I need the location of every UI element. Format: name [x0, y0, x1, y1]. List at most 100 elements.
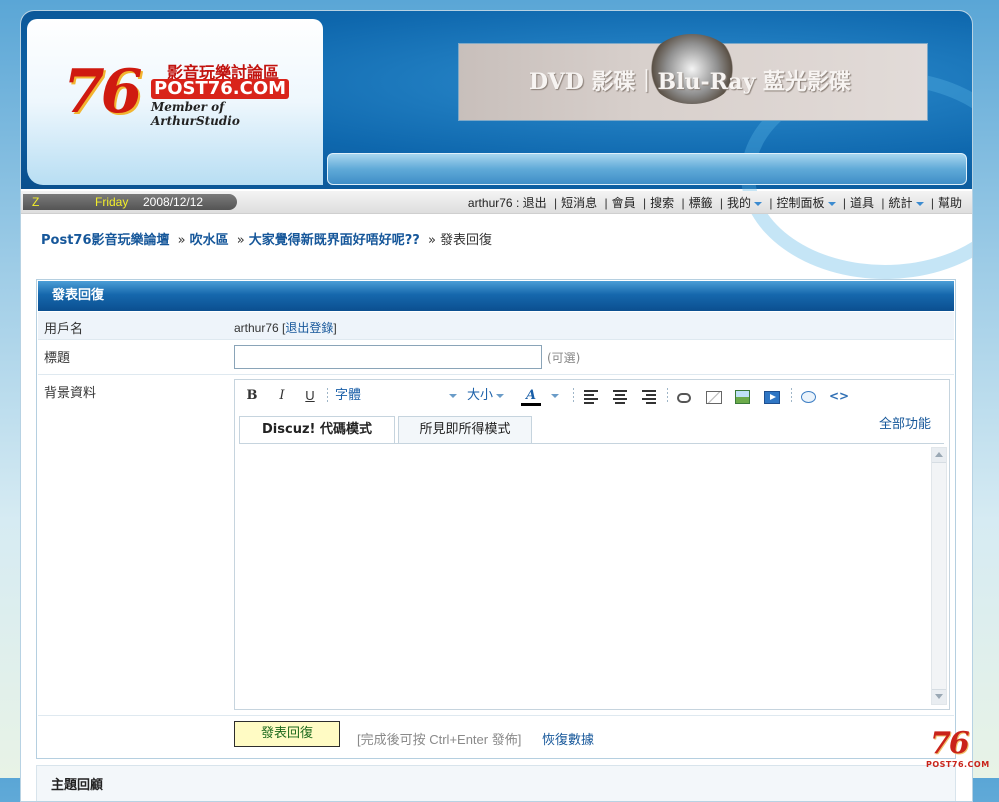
bold-button[interactable]: B	[245, 387, 259, 405]
toolbar-divider	[791, 388, 792, 404]
code-icon[interactable]: <>	[829, 388, 849, 404]
breadcrumb-separator: »	[177, 233, 186, 248]
align-line	[615, 402, 625, 404]
site-logo[interactable]: 76 影音玩樂討論區 POST76.COM Member of ArthurSt…	[63, 55, 303, 128]
menu-control-panel[interactable]: 控制面板	[777, 196, 836, 210]
menu-control-panel-label: 控制面板	[776, 196, 825, 210]
menu-divider: |	[769, 196, 773, 210]
italic-button[interactable]: I	[275, 387, 289, 405]
weekday-label: Friday	[95, 195, 129, 209]
menu-messages[interactable]: 短消息	[561, 196, 597, 210]
toolbar-divider	[667, 388, 668, 404]
date-label: 2008/12/12	[143, 195, 204, 209]
user-link[interactable]: arthur76	[468, 196, 513, 210]
title-row: 標題 (可選)	[38, 340, 954, 375]
align-center-icon[interactable]	[612, 388, 628, 404]
chevron-down-icon	[827, 201, 836, 206]
align-line	[642, 398, 656, 400]
menu-items[interactable]: 道具	[850, 196, 874, 210]
email-icon[interactable]	[706, 391, 722, 404]
top-menu: arthur76 : 退出 | 短消息 | 會員 | 搜索 | 標籤 | 我的 | 控制面板…	[468, 194, 962, 211]
watermark-numeral: 76	[930, 726, 970, 761]
menu-help[interactable]: 幫助	[938, 196, 962, 210]
font-color-icon: A	[521, 389, 541, 406]
user-separator: :	[515, 196, 520, 210]
submit-reply-button[interactable]: 發表回復	[234, 721, 340, 747]
logout-link[interactable]: 退出登錄	[285, 321, 333, 335]
message-label: 背景資料	[44, 386, 97, 401]
size-select-label: 大小	[467, 388, 494, 403]
menu-stats[interactable]: 統計	[889, 196, 924, 210]
menu-divider: |	[553, 196, 558, 210]
underline-button[interactable]: U	[303, 387, 317, 405]
menu-divider: |	[842, 196, 847, 210]
title-label: 標題	[44, 351, 71, 366]
align-line	[615, 394, 625, 396]
date-pill: Z Friday 2008/12/12	[23, 194, 237, 210]
align-line	[646, 394, 656, 396]
menu-stats-label: 統計	[888, 196, 913, 210]
tab-code-mode[interactable]: Discuz! 代碼模式	[239, 416, 395, 444]
chevron-down-icon	[496, 393, 505, 398]
size-select[interactable]: 大小	[467, 387, 511, 405]
breadcrumb: Post76影音玩樂論壇 » 吹水區 » 大家覺得新既界面好唔好呢?? » 發表回復	[41, 229, 492, 248]
menu-divider: |	[881, 196, 885, 210]
link-icon[interactable]	[677, 393, 691, 403]
reply-form-panel: 發表回復 用戶名 arthur76 [退出登錄] 標題 (可選) 背景資料 B …	[36, 279, 956, 759]
username-value: arthur76	[234, 321, 279, 335]
scroll-down-icon[interactable]	[932, 689, 946, 704]
rich-text-editor: B I U 字體 大小 A <> Discuz! 代碼模式 所見即所得模式 全部…	[234, 379, 950, 710]
font-select[interactable]: 字體	[335, 387, 459, 405]
title-optional-hint: (可選)	[547, 351, 581, 365]
menu-search[interactable]: 搜索	[650, 196, 674, 210]
media-icon[interactable]	[764, 391, 780, 404]
all-functions-link[interactable]: 全部功能	[879, 413, 931, 432]
tab-wysiwyg-mode[interactable]: 所見即所得模式	[398, 416, 532, 443]
quote-icon[interactable]	[801, 391, 816, 403]
toolbar-divider	[573, 388, 574, 404]
date-z-label: Z	[32, 195, 40, 209]
site-header: 76 影音玩樂討論區 POST76.COM Member of ArthurSt…	[21, 11, 972, 279]
menu-tags[interactable]: 標籤	[689, 196, 713, 210]
align-line	[642, 390, 656, 392]
nav-strip	[327, 153, 967, 185]
message-textarea[interactable]	[239, 443, 944, 705]
message-row: 背景資料 B I U 字體 大小 A <> Discuz! 代碼模式 所見即所得…	[38, 375, 954, 716]
banner-text: DVD 影碟｜Blu-Ray 藍光影碟	[529, 69, 852, 95]
page-frame: 76 影音玩樂討論區 POST76.COM Member of ArthurSt…	[20, 10, 973, 802]
chevron-down-icon	[915, 201, 924, 206]
panel-title: 發表回復	[38, 281, 954, 311]
menu-mine[interactable]: 我的	[727, 196, 763, 210]
menu-members[interactable]: 會員	[612, 196, 636, 210]
toolbar-divider	[327, 388, 328, 404]
corner-watermark: 76 POST76.COM	[924, 726, 996, 774]
image-icon[interactable]	[735, 390, 750, 404]
align-left-icon[interactable]	[583, 388, 599, 404]
breadcrumb-thread[interactable]: 大家覺得新既界面好唔好呢??	[249, 233, 420, 248]
align-line	[613, 390, 627, 392]
align-right-icon[interactable]	[641, 388, 657, 404]
title-input[interactable]	[234, 345, 542, 369]
ad-banner[interactable]: DVD 影碟｜Blu-Ray 藍光影碟	[459, 34, 927, 120]
menu-divider: |	[930, 196, 934, 210]
logo-numeral: 76	[63, 57, 142, 127]
color-picker[interactable]: A	[521, 387, 565, 406]
breadcrumb-home[interactable]: Post76影音玩樂論壇	[41, 233, 170, 248]
thread-review-title: 主題回顧	[51, 778, 104, 793]
submit-hint: [完成後可按 Ctrl+Enter 發佈]	[357, 732, 522, 747]
thread-review-panel: 主題回顧	[36, 765, 956, 801]
breadcrumb-current: 發表回復	[439, 233, 492, 248]
submit-row: 發表回復 [完成後可按 Ctrl+Enter 發佈] 恢復數據	[38, 716, 954, 758]
logo-domain: POST76.COM	[151, 79, 290, 99]
align-line	[584, 402, 594, 404]
breadcrumb-forum[interactable]: 吹水區	[190, 233, 229, 248]
menu-logout[interactable]: 退出	[523, 196, 547, 210]
logo-panel: 76 影音玩樂討論區 POST76.COM Member of ArthurSt…	[27, 19, 323, 185]
font-select-label: 字體	[335, 388, 362, 403]
menu-divider: |	[642, 196, 647, 210]
restore-data-link[interactable]: 恢復數據	[542, 729, 594, 748]
scroll-up-icon[interactable]	[932, 448, 946, 463]
menu-divider: |	[604, 196, 608, 210]
textarea-scrollbar[interactable]	[931, 447, 947, 705]
username-value-group: arthur76 [退出登錄]	[234, 321, 337, 335]
